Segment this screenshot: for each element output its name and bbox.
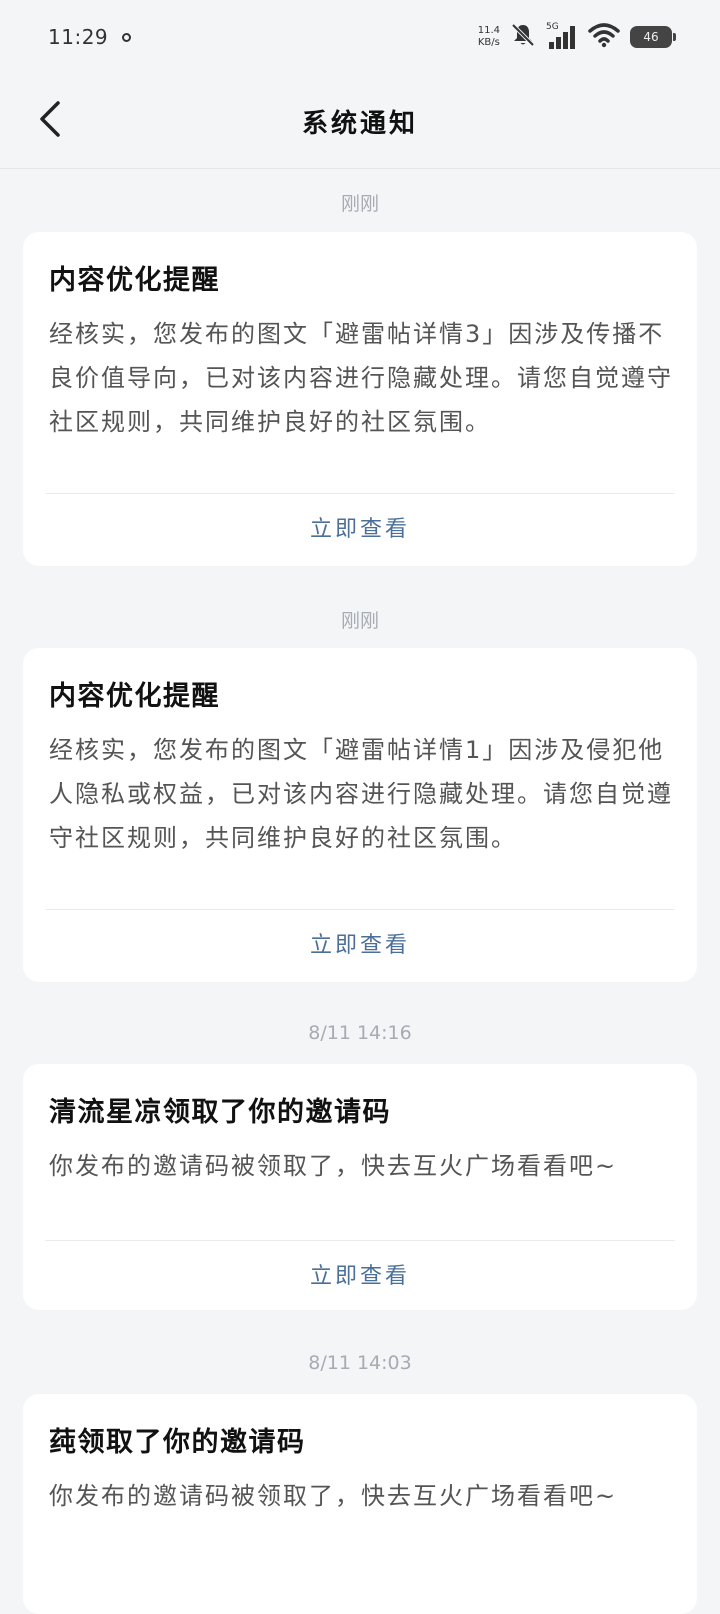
notification-time: 刚刚 [340, 610, 379, 632]
card-divider [45, 909, 675, 910]
battery-icon: 46 [630, 26, 676, 48]
status-time: 11:29 [48, 25, 109, 49]
notification-body: 经核实，您发布的图文「避雷帖详情1」因涉及侵犯他人隐私或权益，已对该内容进行隐藏… [49, 736, 673, 852]
view-now-button[interactable]: 立即查看 [23, 511, 697, 543]
notification-time: 8/11 14:16 [308, 1022, 412, 1044]
card-divider [45, 493, 675, 494]
notification-card[interactable]: 莼领取了你的邀请码 你发布的邀请码被领取了，快去互火广场看看吧~ [23, 1394, 697, 1614]
chevron-left-icon [38, 100, 62, 142]
signal-icon: 5G [546, 22, 578, 50]
page-title: 系统通知 [301, 108, 418, 139]
bell-off-icon [510, 22, 536, 52]
notification-card[interactable]: 内容优化提醒 经核实，您发布的图文「避雷帖详情1」因涉及侵犯他人隐私或权益，已对… [23, 648, 697, 982]
notification-time: 8/11 14:03 [308, 1352, 412, 1374]
battery-level: 46 [643, 30, 659, 44]
back-button[interactable] [30, 96, 70, 146]
card-divider [45, 1240, 675, 1241]
view-now-button[interactable]: 立即查看 [23, 1258, 697, 1290]
top-app-bar: 系统通知 [0, 74, 720, 169]
notification-title: 内容优化提醒 [49, 681, 220, 712]
status-icons: 11.4 KB/s 5G 46 [478, 22, 676, 52]
network-speed: 11.4 KB/s [478, 25, 500, 49]
notification-body: 你发布的邀请码被领取了，快去互火广场看看吧~ [49, 1482, 618, 1510]
view-now-button[interactable]: 立即查看 [23, 927, 697, 959]
notification-title: 莼领取了你的邀请码 [49, 1427, 306, 1458]
notification-card[interactable]: 内容优化提醒 经核实，您发布的图文「避雷帖详情3」因涉及传播不良价值导向，已对该… [23, 232, 697, 566]
notification-time: 刚刚 [340, 193, 379, 215]
notification-title: 清流星凉领取了你的邀请码 [49, 1097, 391, 1128]
notification-title: 内容优化提醒 [49, 265, 220, 296]
notification-body: 经核实，您发布的图文「避雷帖详情3」因涉及传播不良价值导向，已对该内容进行隐藏处… [49, 320, 673, 436]
wifi-icon [588, 22, 620, 52]
notification-body: 你发布的邀请码被领取了，快去互火广场看看吧~ [49, 1152, 618, 1180]
notification-card[interactable]: 清流星凉领取了你的邀请码 你发布的邀请码被领取了，快去互火广场看看吧~ 立即查看 [23, 1064, 697, 1310]
network-speed-unit: KB/s [477, 37, 500, 48]
status-bar: 11:29 11.4 KB/s 5G 46 [0, 0, 720, 74]
ring-icon [122, 32, 132, 42]
network-speed-value: 11.4 [477, 25, 500, 36]
